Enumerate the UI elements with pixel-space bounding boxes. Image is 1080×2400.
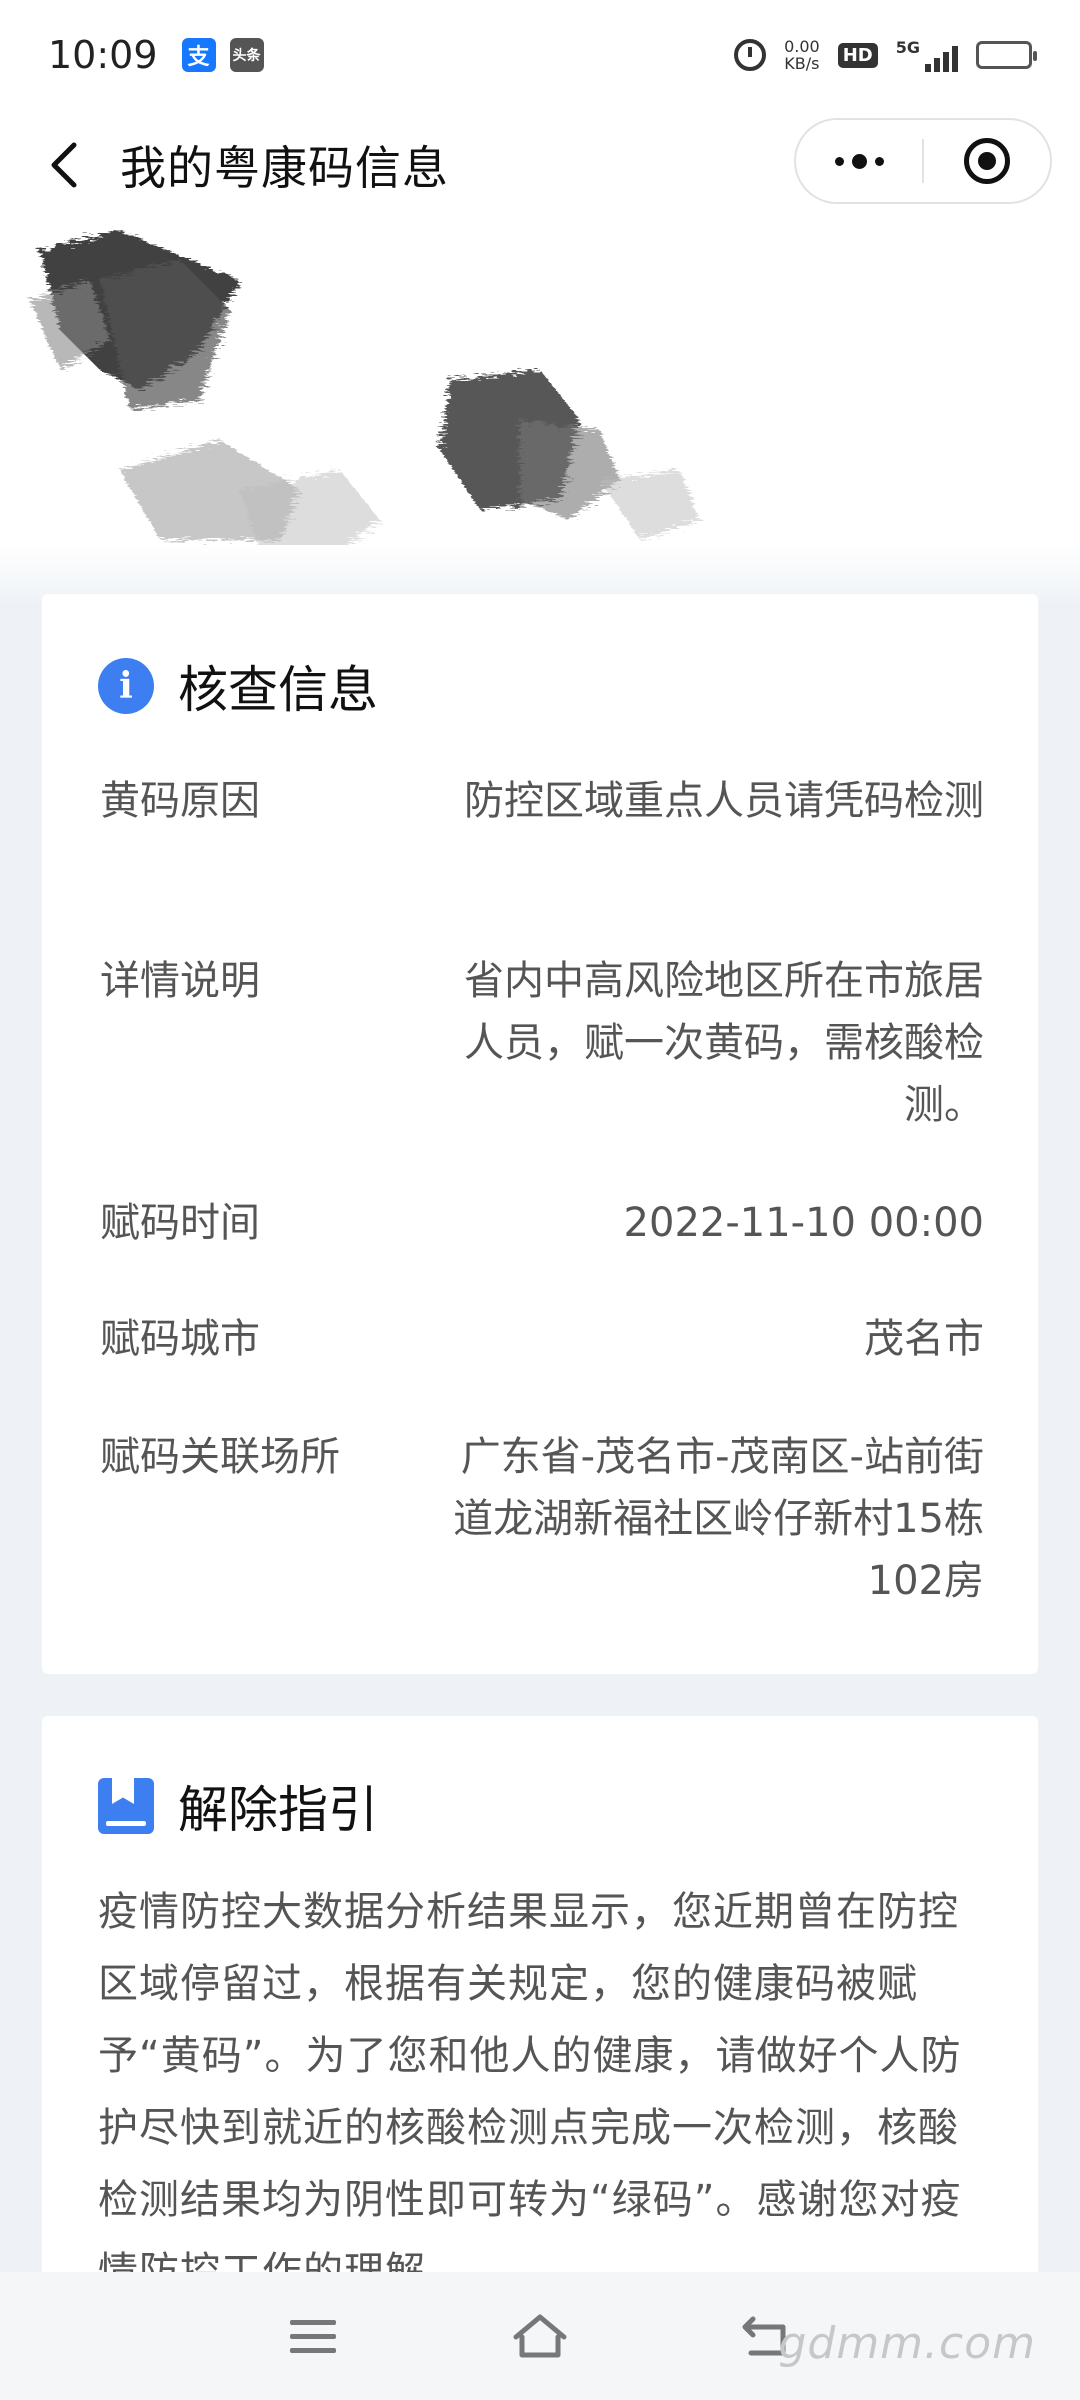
more-dots-icon <box>834 153 884 169</box>
close-target-icon <box>964 138 1010 184</box>
book-icon <box>98 1778 154 1834</box>
info-value: 省内中高风险地区所在市旅居人员，赋一次黄码，需核酸检测。 <box>464 958 984 1128</box>
home-icon <box>513 2314 567 2358</box>
info-row-time: 赋码时间 2022-11-10 00:00 <box>100 1192 984 1254</box>
more-button[interactable] <box>796 120 922 202</box>
network-type: 5G <box>895 38 920 57</box>
network-speed-unit: KB/s <box>784 54 820 73</box>
info-value: 广东省-茂名市-茂南区-站前街道龙湖新福社区岭仔新村15栋102房 <box>453 1434 984 1604</box>
release-guide-header: 解除指引 <box>98 1766 378 1846</box>
watermark: gdmm.com <box>778 2318 1036 2369</box>
hd-badge: HD <box>837 42 878 68</box>
info-value: 防控区域重点人员请凭码检测 <box>464 778 984 824</box>
page-title: 我的粤康码信息 <box>120 141 449 195</box>
info-row-detail: 详情说明 省内中高风险地区所在市旅居人员，赋一次黄码，需核酸检测。 <box>100 950 984 1136</box>
info-value: 2022-11-10 00:00 <box>623 1200 984 1246</box>
check-info-title: 核查信息 <box>178 661 378 719</box>
info-label: 赋码时间 <box>100 1200 260 1246</box>
back-button[interactable] <box>14 115 114 215</box>
info-label: 赋码城市 <box>100 1316 260 1362</box>
info-label: 详情说明 <box>100 958 260 1004</box>
menu-icon <box>290 2319 337 2353</box>
check-info-header: i 核查信息 <box>98 646 378 726</box>
back-arrow-icon <box>51 142 77 188</box>
info-label: 黄码原因 <box>100 778 260 824</box>
info-row-place: 赋码关联场所 广东省-茂名市-茂南区-站前街道龙湖新福社区岭仔新村15栋102房 <box>100 1426 984 1612</box>
toutiao-icon: 头条 <box>229 38 264 72</box>
info-row-reason: 黄码原因 防控区域重点人员请凭码检测 <box>100 770 984 832</box>
battery-icon <box>976 41 1037 69</box>
info-row-city: 赋码城市 茂名市 <box>100 1308 984 1370</box>
menu-button[interactable] <box>263 2286 363 2386</box>
check-info-card: i 核查信息 黄码原因 防控区域重点人员请凭码检测 详情说明 省内中高风险地区所… <box>42 594 1038 1674</box>
release-guide-title: 解除指引 <box>178 1781 378 1839</box>
banner-image <box>0 220 1080 600</box>
mini-program-capsule <box>794 118 1052 204</box>
close-button[interactable] <box>924 120 1050 202</box>
ink-wash-decoration <box>30 230 700 560</box>
alarm-icon <box>734 39 767 71</box>
signal-icon: 5G <box>896 38 958 72</box>
alipay-icon: 支 <box>181 38 216 72</box>
status-time: 10:09 <box>48 33 158 77</box>
home-button[interactable] <box>490 2286 590 2386</box>
info-value: 茂名市 <box>864 1316 984 1362</box>
network-speed: 0.00 KB/s <box>784 38 820 72</box>
status-indicators: 0.00 KB/s HD 5G <box>734 38 1037 72</box>
info-icon: i <box>98 658 154 714</box>
status-bar: 10:09 支 头条 0.00 KB/s HD 5G <box>0 0 1080 110</box>
info-label: 赋码关联场所 <box>100 1434 340 1480</box>
release-guide-text: 疫情防控大数据分析结果显示，您近期曾在防控区域停留过，根据有关规定，您的健康码被… <box>98 1889 962 2295</box>
nav-bar: 我的粤康码信息 <box>0 110 1080 220</box>
